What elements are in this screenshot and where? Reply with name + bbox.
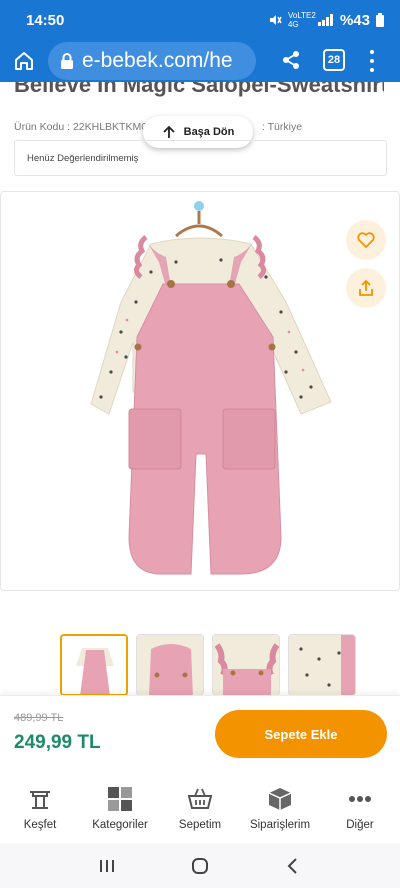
status-time: 14:50 bbox=[26, 11, 65, 29]
status-icons: VoLTE2 4G %43 bbox=[268, 11, 384, 29]
product-title: Believe In Magic Salopel-Sweatshirt bbox=[14, 82, 384, 97]
basket-icon bbox=[186, 785, 214, 813]
product-image-gallery[interactable] bbox=[0, 191, 400, 591]
lock-icon bbox=[61, 53, 73, 69]
arrow-up-icon bbox=[162, 125, 175, 138]
system-back-icon[interactable] bbox=[278, 851, 308, 881]
back-to-top-label: Başa Dön bbox=[183, 126, 235, 138]
add-to-cart-label: Sepete Ekle bbox=[264, 726, 338, 742]
product-code: Ürün Kodu : 22KHLBKTKM07 bbox=[14, 121, 153, 133]
current-price: 249,99 TL bbox=[14, 732, 101, 753]
review-status-box[interactable]: Henüz Değerlendirilmemiş bbox=[14, 140, 387, 176]
address-bar[interactable]: e-bebek.com/he bbox=[48, 42, 256, 80]
nav-discover[interactable]: Keşfet bbox=[0, 773, 80, 843]
home-icon[interactable] bbox=[8, 45, 40, 77]
nav-basket-label: Sepetim bbox=[178, 819, 222, 831]
thumbnail-2[interactable] bbox=[136, 634, 204, 696]
bottom-navigation: Keşfet Kategoriler Sepetim Siparişlerim … bbox=[0, 773, 400, 843]
share-icon[interactable] bbox=[276, 45, 306, 75]
nav-categories-label: Kategoriler bbox=[92, 819, 148, 831]
product-title-container: Believe In Magic Salopel-Sweatshirt bbox=[14, 82, 384, 98]
old-price: 489,99 TL bbox=[14, 712, 64, 724]
add-to-cart-button[interactable]: Sepete Ekle bbox=[215, 710, 387, 758]
url-text: e-bebek.com/he bbox=[82, 49, 233, 72]
nav-discover-label: Keşfet bbox=[23, 819, 57, 831]
mute-icon bbox=[269, 15, 282, 25]
nav-orders-label: Siparişlerim bbox=[249, 819, 311, 831]
upload-share-icon bbox=[359, 279, 373, 296]
nav-basket[interactable]: Sepetim bbox=[160, 773, 240, 843]
nav-more-label: Diğer bbox=[346, 819, 374, 831]
heart-icon bbox=[357, 232, 375, 248]
thumbnail-4[interactable] bbox=[288, 634, 356, 696]
orders-box-icon bbox=[266, 785, 294, 813]
recent-apps-icon[interactable] bbox=[92, 851, 122, 881]
product-origin: : Türkiye bbox=[262, 121, 303, 133]
network-label: VoLTE2 4G bbox=[287, 11, 316, 29]
system-navigation bbox=[0, 843, 400, 888]
share-product-button[interactable] bbox=[346, 268, 386, 308]
status-bar: 14:50 VoLTE2 4G %43 bbox=[0, 0, 400, 40]
thumbnail-3[interactable] bbox=[212, 634, 280, 696]
discover-icon bbox=[26, 785, 54, 813]
product-image bbox=[90, 201, 332, 575]
nav-orders[interactable]: Siparişlerim bbox=[240, 773, 320, 843]
nav-categories[interactable]: Kategoriler bbox=[80, 773, 160, 843]
browser-menu-icon[interactable] bbox=[362, 48, 382, 74]
favorite-button[interactable] bbox=[346, 220, 386, 260]
thumbnail-strip bbox=[60, 634, 400, 696]
more-icon bbox=[346, 785, 374, 813]
signal-icon bbox=[317, 14, 333, 26]
nav-more[interactable]: Diğer bbox=[320, 773, 400, 843]
thumbnail-1[interactable] bbox=[60, 634, 128, 696]
browser-toolbar: e-bebek.com/he 28 bbox=[0, 40, 400, 82]
battery-percent: %43 bbox=[339, 11, 370, 29]
review-status-text: Henüz Değerlendirilmemiş bbox=[27, 152, 139, 164]
tab-switcher-button[interactable]: 28 bbox=[323, 49, 345, 71]
price-bar: 489,99 TL 249,99 TL Sepete Ekle bbox=[0, 695, 400, 773]
categories-icon bbox=[106, 785, 134, 813]
battery-icon bbox=[376, 13, 384, 27]
system-home-icon[interactable] bbox=[185, 851, 215, 881]
